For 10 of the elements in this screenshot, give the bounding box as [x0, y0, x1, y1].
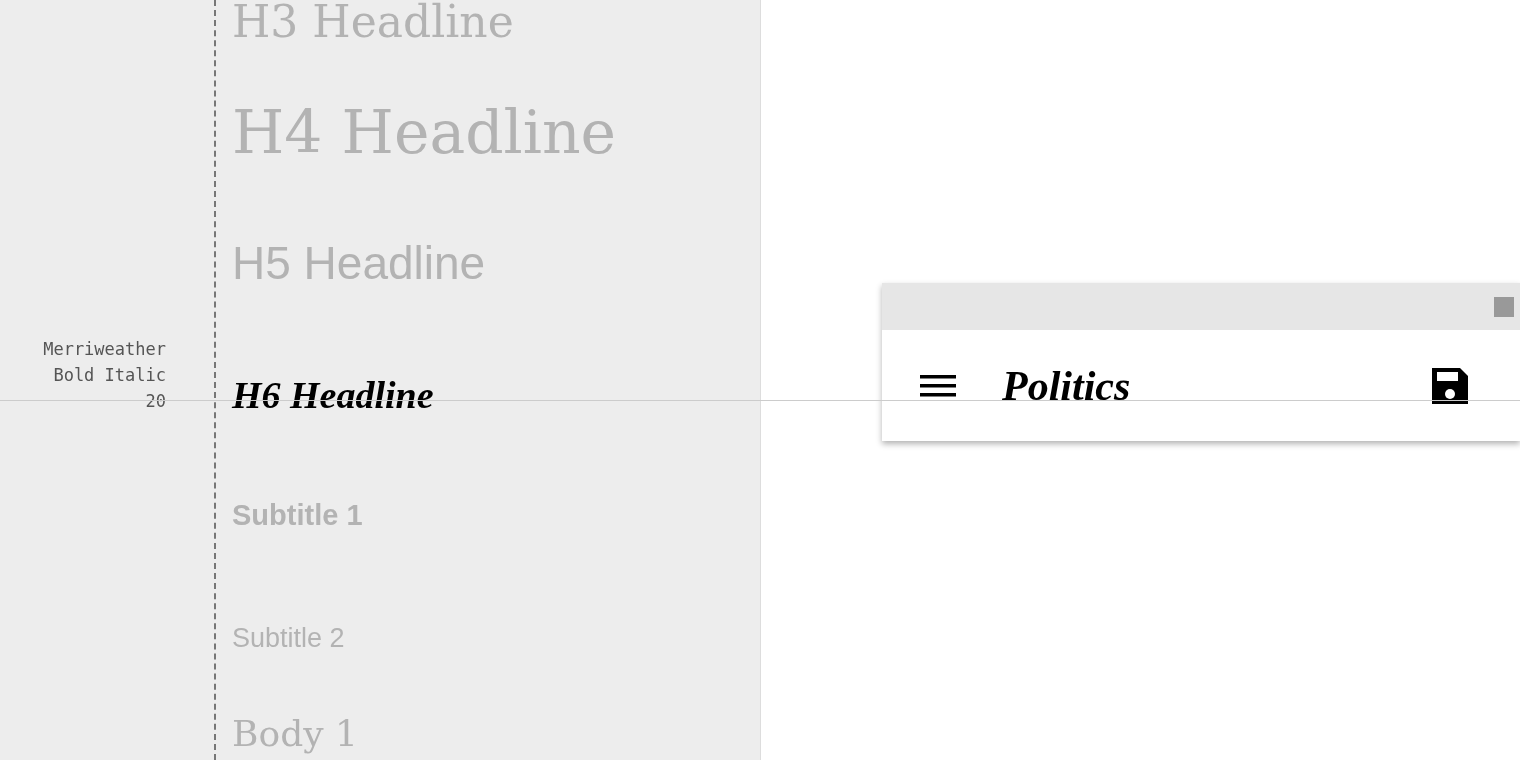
menu-icon[interactable]	[920, 372, 956, 399]
specimen-text: Body 1	[232, 716, 358, 752]
specimen-text: Subtitle 2	[232, 623, 345, 654]
app-bar-title: Politics	[1002, 361, 1132, 410]
specimen-text: Subtitle 1	[232, 499, 363, 532]
specimen-text: H4 Headline	[232, 102, 617, 162]
save-icon[interactable]	[1432, 367, 1468, 404]
specimen-text: H6 Headline	[232, 376, 434, 414]
specimen-text: H5 Headline	[232, 236, 486, 290]
specimen-text: H3 Headline	[232, 0, 514, 44]
